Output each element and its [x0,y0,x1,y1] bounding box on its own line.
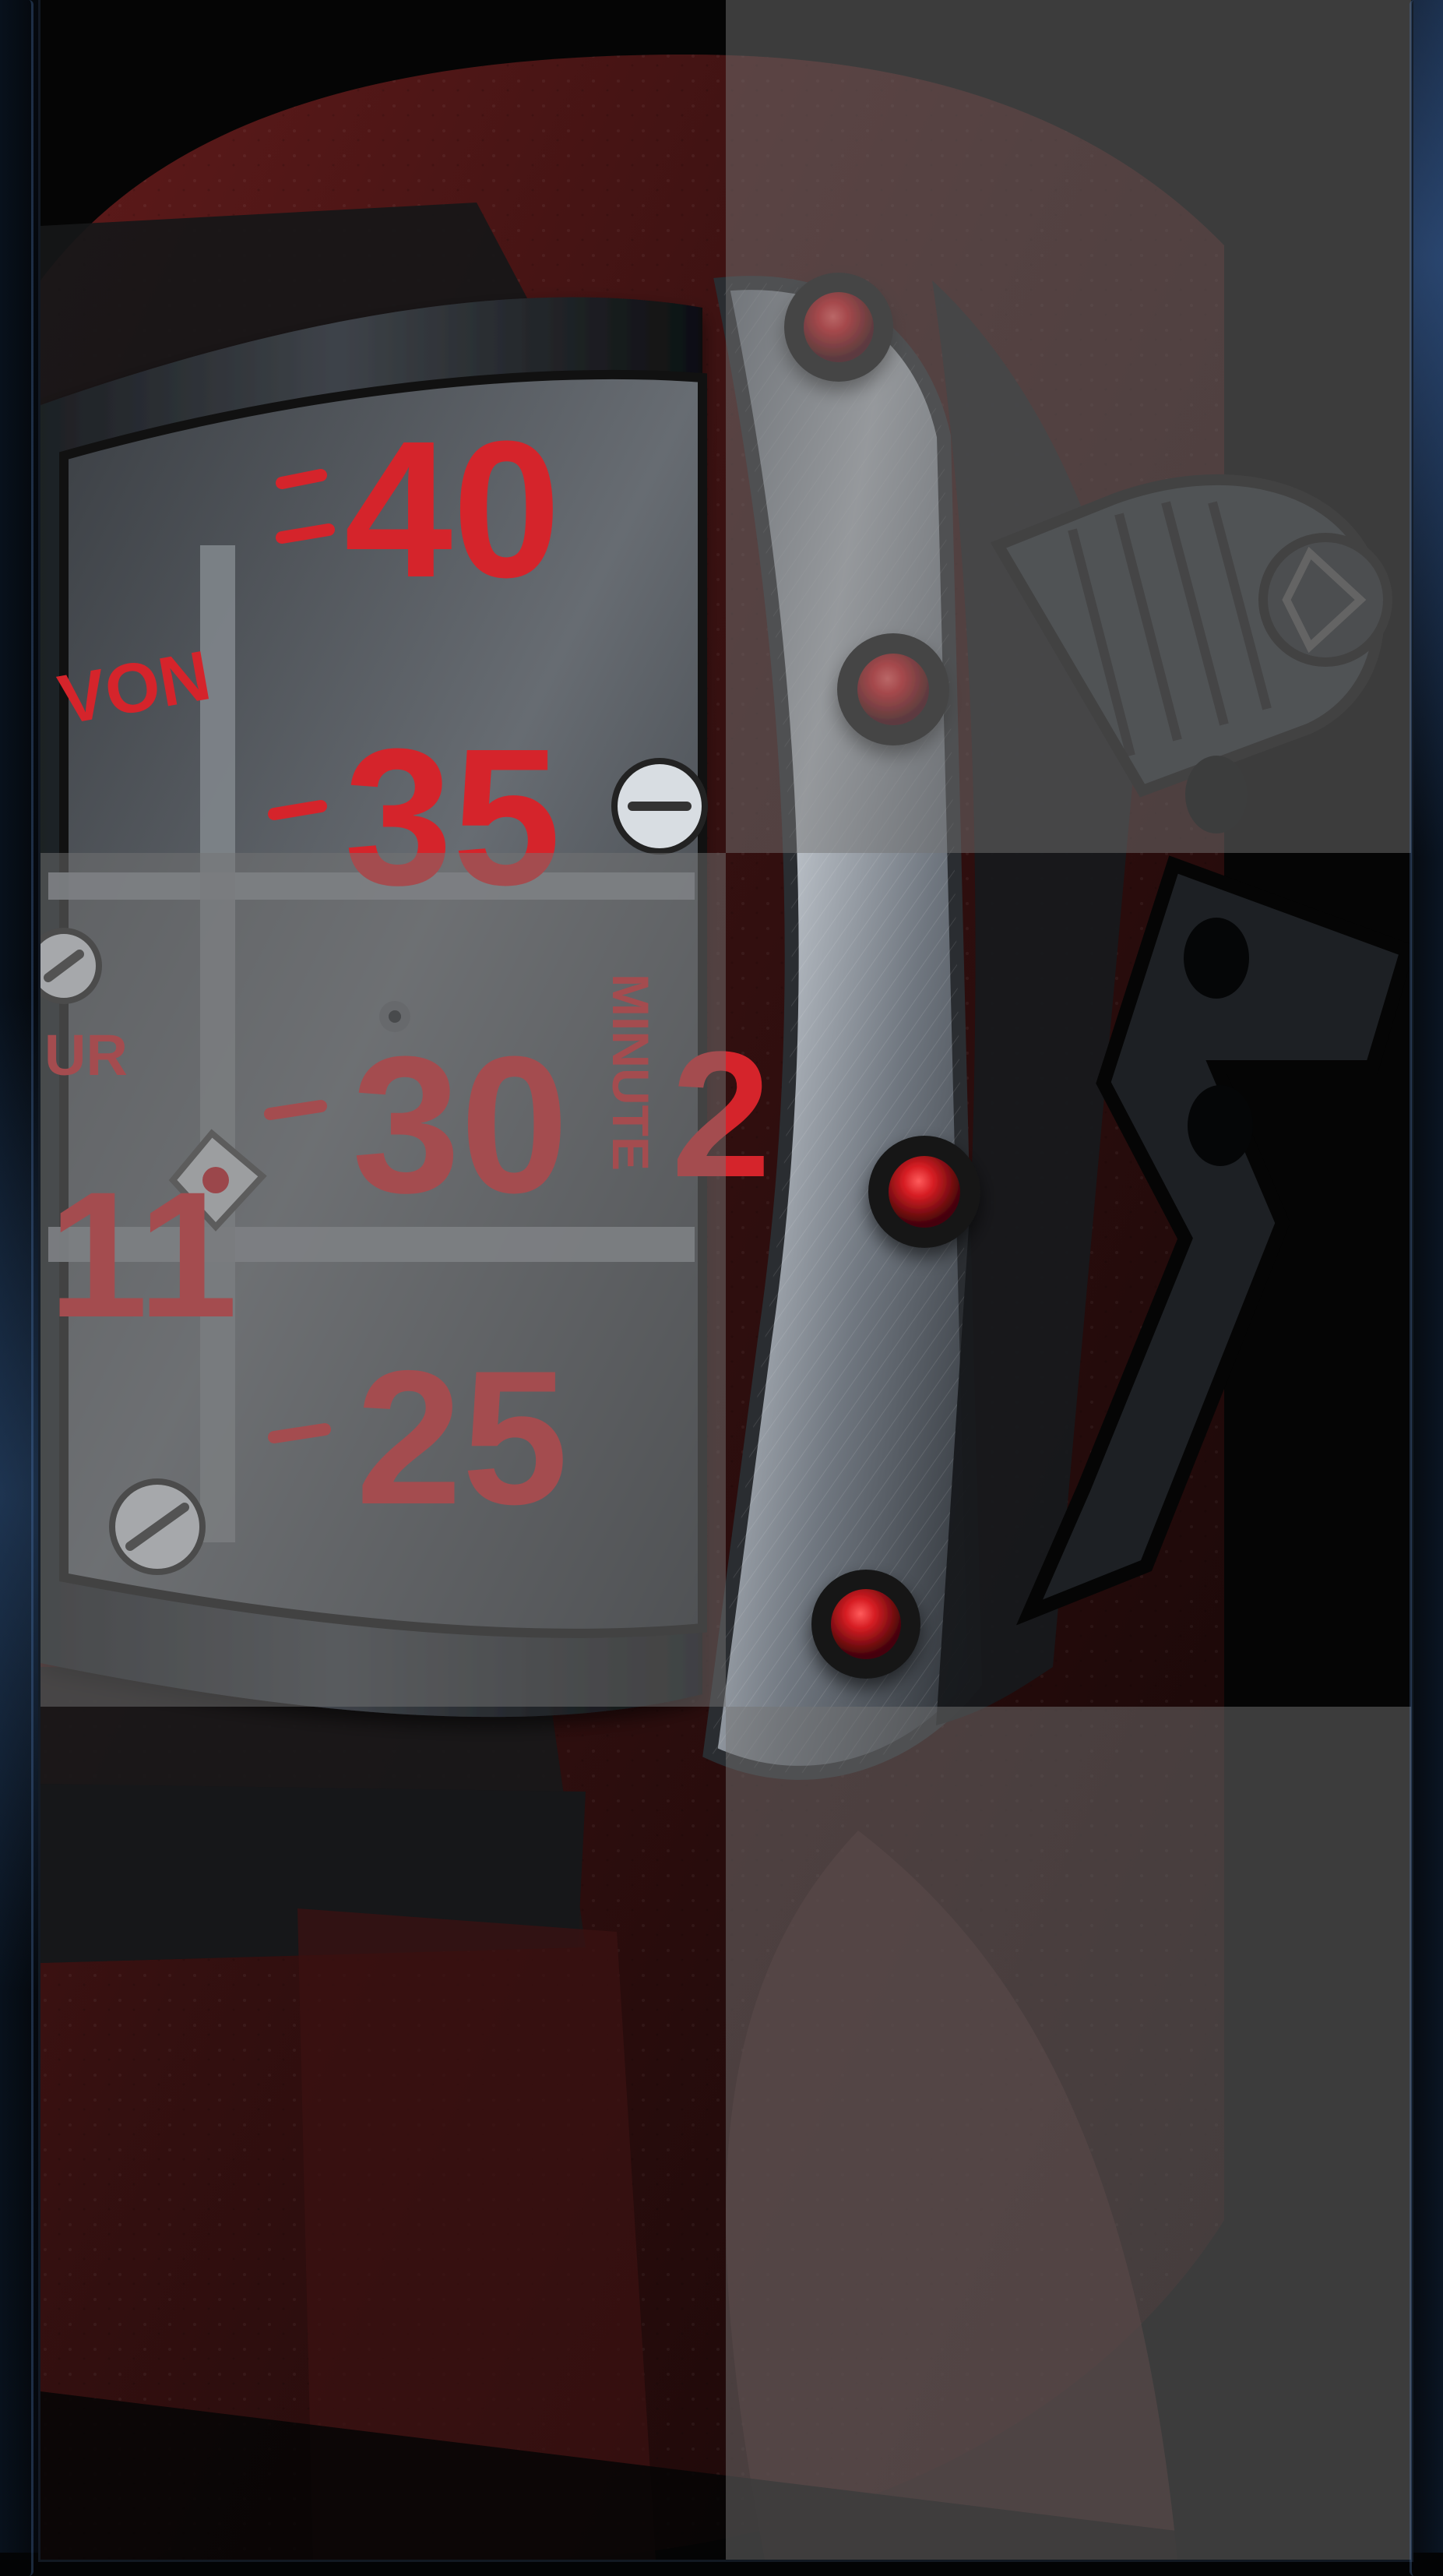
puzzle-tile-5[interactable] [40,1707,726,2560]
puzzle-tile-4[interactable] [726,853,1411,1707]
puzzle-tile-6[interactable] [726,1707,1411,2560]
puzzle-tile-grid [40,0,1411,2560]
puzzle-tile-1[interactable] [40,0,726,853]
right-edge-accent [1410,0,1438,2576]
puzzle-tile-3[interactable] [40,853,726,1707]
puzzle-tile-2[interactable] [726,0,1411,853]
puzzle-screen: 40 35 30 25 11 2 VON UR MINUTE [0,0,1443,2576]
puzzle-board: 40 35 30 25 11 2 VON UR MINUTE [40,0,1411,2560]
left-edge-accent [5,0,33,2576]
